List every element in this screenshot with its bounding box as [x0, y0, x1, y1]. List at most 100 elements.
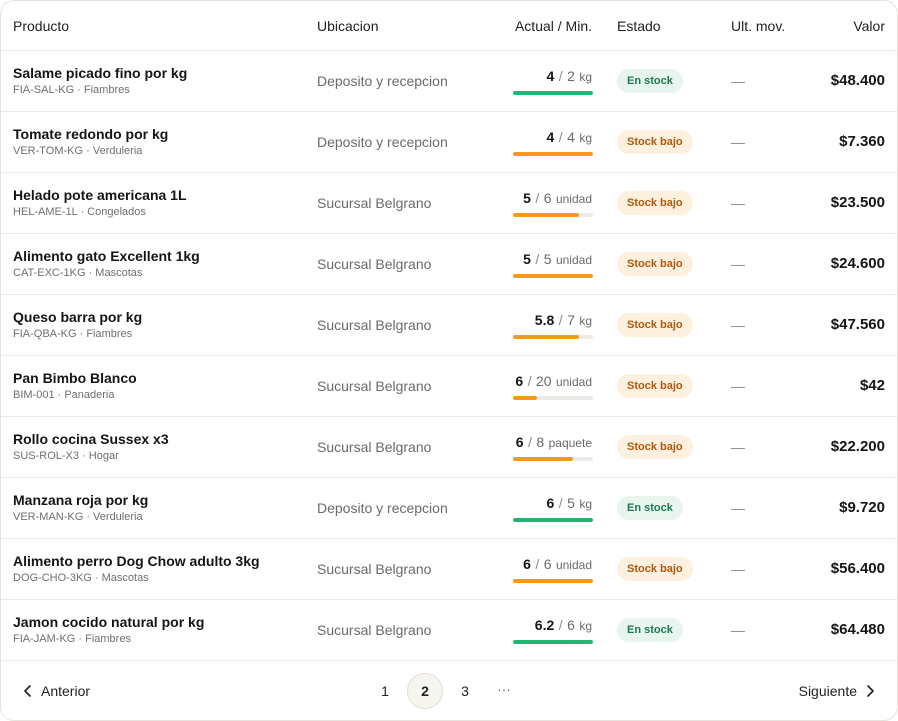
table-row[interactable]: Pan Bimbo Blanco BIM-001 · Panaderia Sucur… [1, 356, 897, 417]
table-row[interactable]: Alimento gato Excellent 1kg CAT-EXC-1KG ·… [1, 234, 897, 295]
stock-quantity: 5 / 5 unidad [523, 251, 592, 269]
product-location: Sucursal Belgrano [317, 622, 432, 638]
last-movement: — [731, 561, 745, 577]
stock-unit: unidad [555, 558, 592, 572]
stock-unit: kg [579, 497, 592, 511]
product-location: Sucursal Belgrano [317, 256, 432, 272]
stock-minimum: 5 [543, 251, 552, 267]
stock-current: 6 [523, 556, 531, 572]
last-movement: — [731, 195, 745, 211]
stock-separator: / [558, 129, 563, 145]
status-badge: Stock bajo [617, 557, 693, 581]
product-sku-category: BIM-001 · Panaderia [13, 389, 115, 401]
stock-value: $24.600 [830, 255, 885, 272]
stock-value: $7.360 [839, 133, 885, 150]
stock-separator: / [558, 495, 563, 511]
page-2-button[interactable]: 2 [407, 673, 443, 709]
product-sku-category: SUS-ROL-X3 · Hogar [13, 450, 119, 462]
product-name: Helado pote americana 1L [13, 187, 187, 203]
status-badge: Stock bajo [617, 435, 693, 459]
stock-level-bar [513, 579, 593, 583]
table-row[interactable]: Salame picado fino por kg FIA-SAL-KG · Fi… [1, 51, 897, 112]
stock-separator: / [535, 190, 540, 206]
stock-minimum: 6 [567, 617, 575, 633]
table-row[interactable]: Alimento perro Dog Chow adulto 3kg DOG-CH… [1, 539, 897, 600]
product-sku-category: CAT-EXC-1KG · Mascotas [13, 267, 143, 279]
stock-minimum: 20 [535, 373, 552, 389]
previous-page-button[interactable]: Anterior [23, 683, 90, 699]
last-movement: — [731, 256, 745, 272]
stock-unit: unidad [555, 375, 592, 389]
product-location: Deposito y recepcion [317, 73, 448, 89]
next-page-button[interactable]: Siguiente [799, 683, 875, 699]
status-badge: Stock bajo [617, 130, 693, 154]
stock-minimum: 7 [567, 312, 575, 328]
stock-unit: kg [579, 619, 592, 633]
stock-level-fill [513, 579, 593, 583]
stock-level-bar [513, 518, 593, 522]
product-name: Tomate redondo por kg [13, 126, 169, 142]
table-row[interactable]: Queso barra por kg FIA-QBA-KG · Fiambres S… [1, 295, 897, 356]
product-name: Manzana roja por kg [13, 492, 149, 508]
table-row[interactable]: Helado pote americana 1L HEL-AME-1L · Con… [1, 173, 897, 234]
stock-level-bar [513, 457, 593, 461]
product-name: Alimento gato Excellent 1kg [13, 248, 200, 264]
stock-unit: paquete [548, 436, 592, 450]
previous-page-label: Anterior [41, 683, 91, 699]
stock-unit: unidad [555, 253, 592, 267]
stock-current: 4 [546, 129, 555, 145]
last-movement: — [731, 134, 745, 150]
stock-unit: kg [579, 70, 592, 84]
product-sku-category: DOG-CHO-3KG · Mascotas [13, 572, 149, 584]
stock-quantity: 6 / 5 kg [546, 495, 592, 513]
status-badge: Stock bajo [617, 252, 693, 276]
header-estado[interactable]: Estado [617, 18, 661, 34]
stock-level-bar [513, 213, 593, 217]
header-actual-min[interactable]: Actual / Min. [515, 18, 592, 34]
header-producto[interactable]: Producto [13, 18, 69, 34]
stock-quantity: 5.8 / 7 kg [535, 312, 592, 330]
stock-minimum: 4 [567, 129, 575, 145]
last-movement: — [731, 622, 745, 638]
stock-quantity: 6.2 / 6 kg [535, 617, 592, 635]
stock-value: $9.720 [839, 499, 885, 516]
stock-value: $64.480 [830, 621, 885, 638]
table-row[interactable]: Tomate redondo por kg VER-TOM-KG · Verdul… [1, 112, 897, 173]
product-sku-category: VER-TOM-KG · Verduleria [13, 145, 143, 157]
product-location: Deposito y recepcion [317, 500, 448, 516]
table-row[interactable]: Jamon cocido natural por kg FIA-JAM-KG · … [1, 600, 897, 661]
stock-value: $22.200 [830, 438, 885, 455]
table-row[interactable]: Rollo cocina Sussex x3 SUS-ROL-X3 · Hogar… [1, 417, 897, 478]
status-badge: Stock bajo [617, 313, 693, 337]
product-name: Pan Bimbo Blanco [13, 370, 137, 386]
stock-separator: / [558, 617, 563, 633]
stock-value: $56.400 [830, 560, 885, 577]
table-row[interactable]: Manzana roja por kg VER-MAN-KG · Verduler… [1, 478, 897, 539]
stock-separator: / [535, 556, 540, 572]
product-location: Sucursal Belgrano [317, 561, 432, 577]
page-1-button[interactable]: 1 [367, 673, 403, 709]
product-sku-category: FIA-SAL-KG · Fiambres [13, 84, 130, 96]
status-badge: En stock [617, 496, 683, 520]
product-sku-category: FIA-QBA-KG · Fiambres [13, 328, 133, 340]
stock-quantity: 6 / 6 unidad [523, 556, 592, 574]
stock-quantity: 4 / 4 kg [546, 129, 592, 147]
header-ubicacion[interactable]: Ubicacion [317, 18, 378, 34]
stock-level-bar [513, 274, 593, 278]
stock-level-fill [513, 213, 580, 217]
page-3-button[interactable]: 3 [447, 673, 483, 709]
stock-current: 5 [523, 190, 531, 206]
last-movement: — [731, 500, 745, 516]
stock-separator: / [535, 251, 540, 267]
header-valor[interactable]: Valor [853, 18, 885, 34]
header-ult-mov[interactable]: Ult. mov. [731, 18, 785, 34]
status-badge: Stock bajo [617, 191, 693, 215]
stock-quantity: 6 / 20 unidad [515, 373, 592, 391]
product-sku-category: FIA-JAM-KG · Fiambres [13, 633, 131, 645]
stock-unit: kg [579, 314, 592, 328]
product-name: Salame picado fino por kg [13, 65, 188, 81]
stock-level-bar [513, 335, 593, 339]
stock-level-fill [513, 640, 593, 644]
product-location: Sucursal Belgrano [317, 195, 432, 211]
chevron-left-icon [24, 685, 31, 697]
